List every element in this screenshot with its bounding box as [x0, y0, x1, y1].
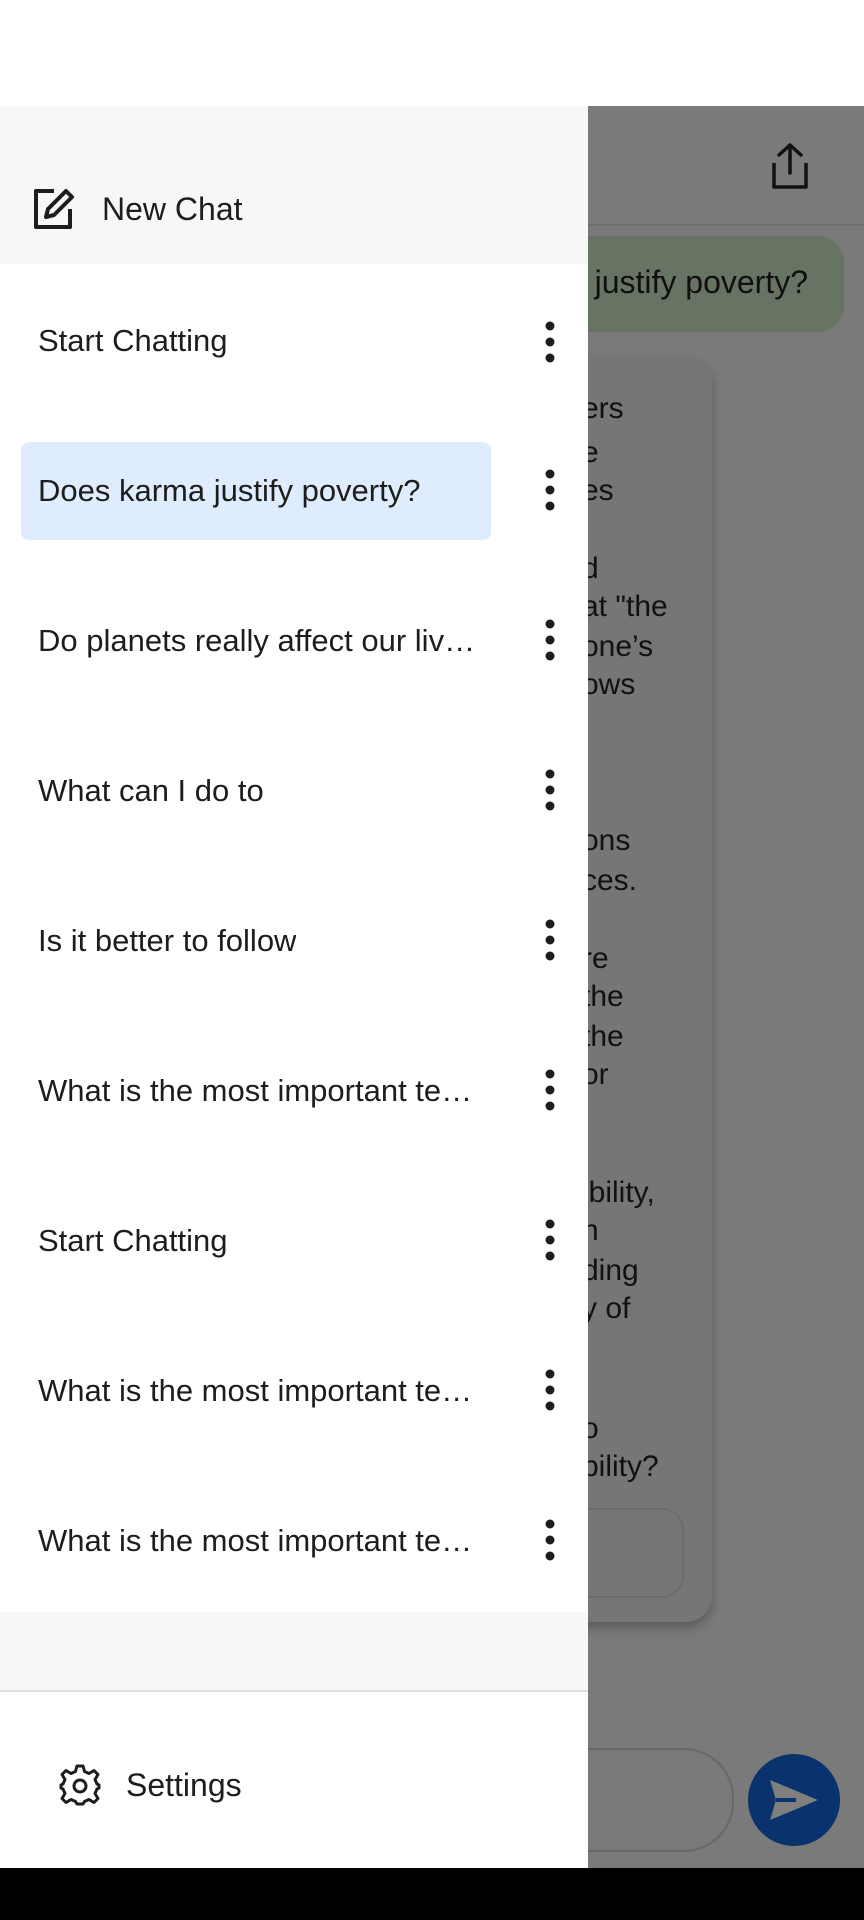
more-vert-icon	[545, 321, 555, 363]
chat-options-button[interactable]	[530, 1060, 570, 1120]
chat-history-item-selected[interactable]: Does karma justify poverty?	[21, 442, 491, 540]
more-vert-icon	[545, 1369, 555, 1411]
chat-options-button[interactable]	[530, 1510, 570, 1570]
more-vert-icon	[545, 619, 555, 661]
chat-history-item[interactable]: Do planets really affect our lives?	[21, 592, 491, 690]
chat-history-item[interactable]: What is the most important teaching?	[21, 1342, 491, 1440]
navigation-drawer: New Chat Start Chatting Does karma justi…	[0, 106, 588, 1868]
new-chat-label: New Chat	[102, 190, 243, 227]
chat-history-title: What is the most important teaching?	[38, 1073, 478, 1108]
chat-history-list: Start Chatting Does karma justify povert…	[0, 264, 588, 1612]
chat-history-title: Start Chatting	[38, 323, 228, 358]
chat-history-title: Is it better to follow	[38, 923, 297, 958]
status-bar	[0, 0, 864, 106]
settings-label: Settings	[126, 1766, 242, 1803]
chat-history-item[interactable]: What is the most important teaching?	[21, 1492, 491, 1590]
chat-options-button[interactable]	[530, 1210, 570, 1270]
chat-history-title: Start Chatting	[38, 1223, 228, 1258]
chat-history-item[interactable]: Start Chatting	[21, 1192, 491, 1290]
more-vert-icon	[545, 769, 555, 811]
chat-options-button[interactable]	[530, 760, 570, 820]
chat-history-item[interactable]: Start Chatting	[21, 292, 491, 390]
chat-options-button[interactable]	[530, 312, 570, 372]
chat-history-title: What can I do to	[38, 773, 264, 808]
chat-history-item[interactable]: Is it better to follow	[21, 892, 491, 990]
more-vert-icon	[545, 919, 555, 961]
more-vert-icon	[545, 1519, 555, 1561]
chat-history-title: What is the most important teaching?	[38, 1373, 478, 1408]
chat-options-button[interactable]	[530, 1360, 570, 1420]
more-vert-icon	[545, 469, 555, 511]
chat-history-title: What is the most important teaching?	[38, 1523, 478, 1558]
system-navigation-bar	[0, 1868, 864, 1920]
chat-history-title: Do planets really affect our lives?	[38, 623, 478, 658]
new-chat-icon	[34, 189, 74, 229]
chat-options-button[interactable]	[530, 610, 570, 670]
chat-options-button[interactable]	[530, 910, 570, 970]
settings-button[interactable]: Settings	[58, 1754, 242, 1816]
drawer-header: New Chat	[0, 106, 588, 264]
chat-history-item[interactable]: What is the most important teaching?	[21, 1042, 491, 1140]
drawer-footer-divider	[0, 1612, 588, 1692]
chat-history-title: Does karma justify poverty?	[38, 473, 421, 508]
more-vert-icon	[545, 1219, 555, 1261]
chat-options-button[interactable]	[530, 460, 570, 520]
chat-history-item[interactable]: What can I do to	[21, 742, 491, 840]
new-chat-button[interactable]: New Chat	[24, 176, 243, 242]
gear-icon	[59, 1764, 101, 1806]
more-vert-icon	[545, 1069, 555, 1111]
